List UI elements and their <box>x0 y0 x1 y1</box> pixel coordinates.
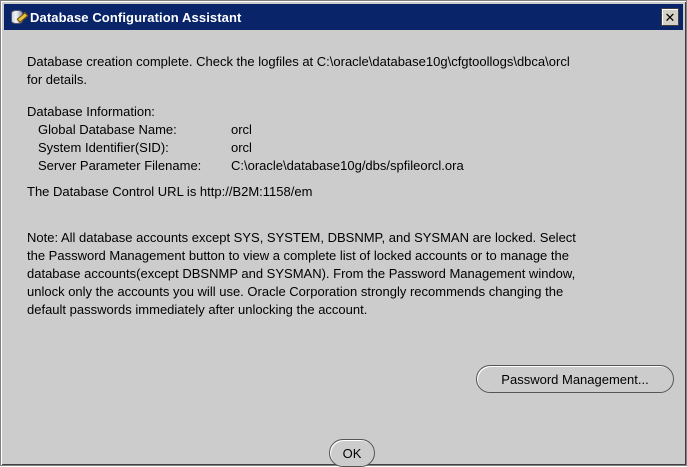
completion-message: Database creation complete. Check the lo… <box>27 53 677 89</box>
close-button[interactable]: ✕ <box>661 8 679 26</box>
info-value: C:\oracle\database10g/dbs/spfileorcl.ora <box>231 158 464 173</box>
info-row-sid: System Identifier(SID): orcl <box>27 139 677 157</box>
locked-accounts-note: Note: All database accounts except SYS, … <box>27 229 677 319</box>
info-label: Server Parameter Filename: <box>38 158 202 173</box>
note-line: unlock only the accounts you will use. O… <box>27 284 564 299</box>
completion-message-line: Database creation complete. Check the lo… <box>27 54 570 69</box>
info-label: System Identifier(SID): <box>38 140 169 155</box>
note-line: default passwords immediately after unlo… <box>27 302 368 317</box>
info-row-spfile: Server Parameter Filename: C:\oracle\dat… <box>27 157 677 175</box>
close-icon: ✕ <box>664 9 676 25</box>
password-management-button[interactable]: Password Management... <box>476 365 674 393</box>
database-app-icon <box>10 9 29 25</box>
window-title: Database Configuration Assistant <box>30 9 242 25</box>
note-line: the Password Management button to view a… <box>27 248 569 263</box>
dialog-content: Database creation complete. Check the lo… <box>27 53 677 319</box>
completion-message-line: for details. <box>27 72 87 87</box>
dialog-window: Database Configuration Assistant ✕ Datab… <box>0 0 687 467</box>
info-value: orcl <box>231 140 252 155</box>
ok-button[interactable]: OK <box>329 439 375 467</box>
info-row-global-name: Global Database Name: orcl <box>27 121 677 139</box>
info-label: Global Database Name: <box>38 122 177 137</box>
info-value: orcl <box>231 122 252 137</box>
title-bar[interactable]: Database Configuration Assistant ✕ <box>4 4 683 30</box>
database-info-heading: Database Information: <box>27 104 155 119</box>
note-line: database accounts(except DBSNMP and SYSM… <box>27 266 576 281</box>
control-url-text: The Database Control URL is http://B2M:1… <box>27 184 313 199</box>
note-line: Note: All database accounts except SYS, … <box>27 230 576 245</box>
